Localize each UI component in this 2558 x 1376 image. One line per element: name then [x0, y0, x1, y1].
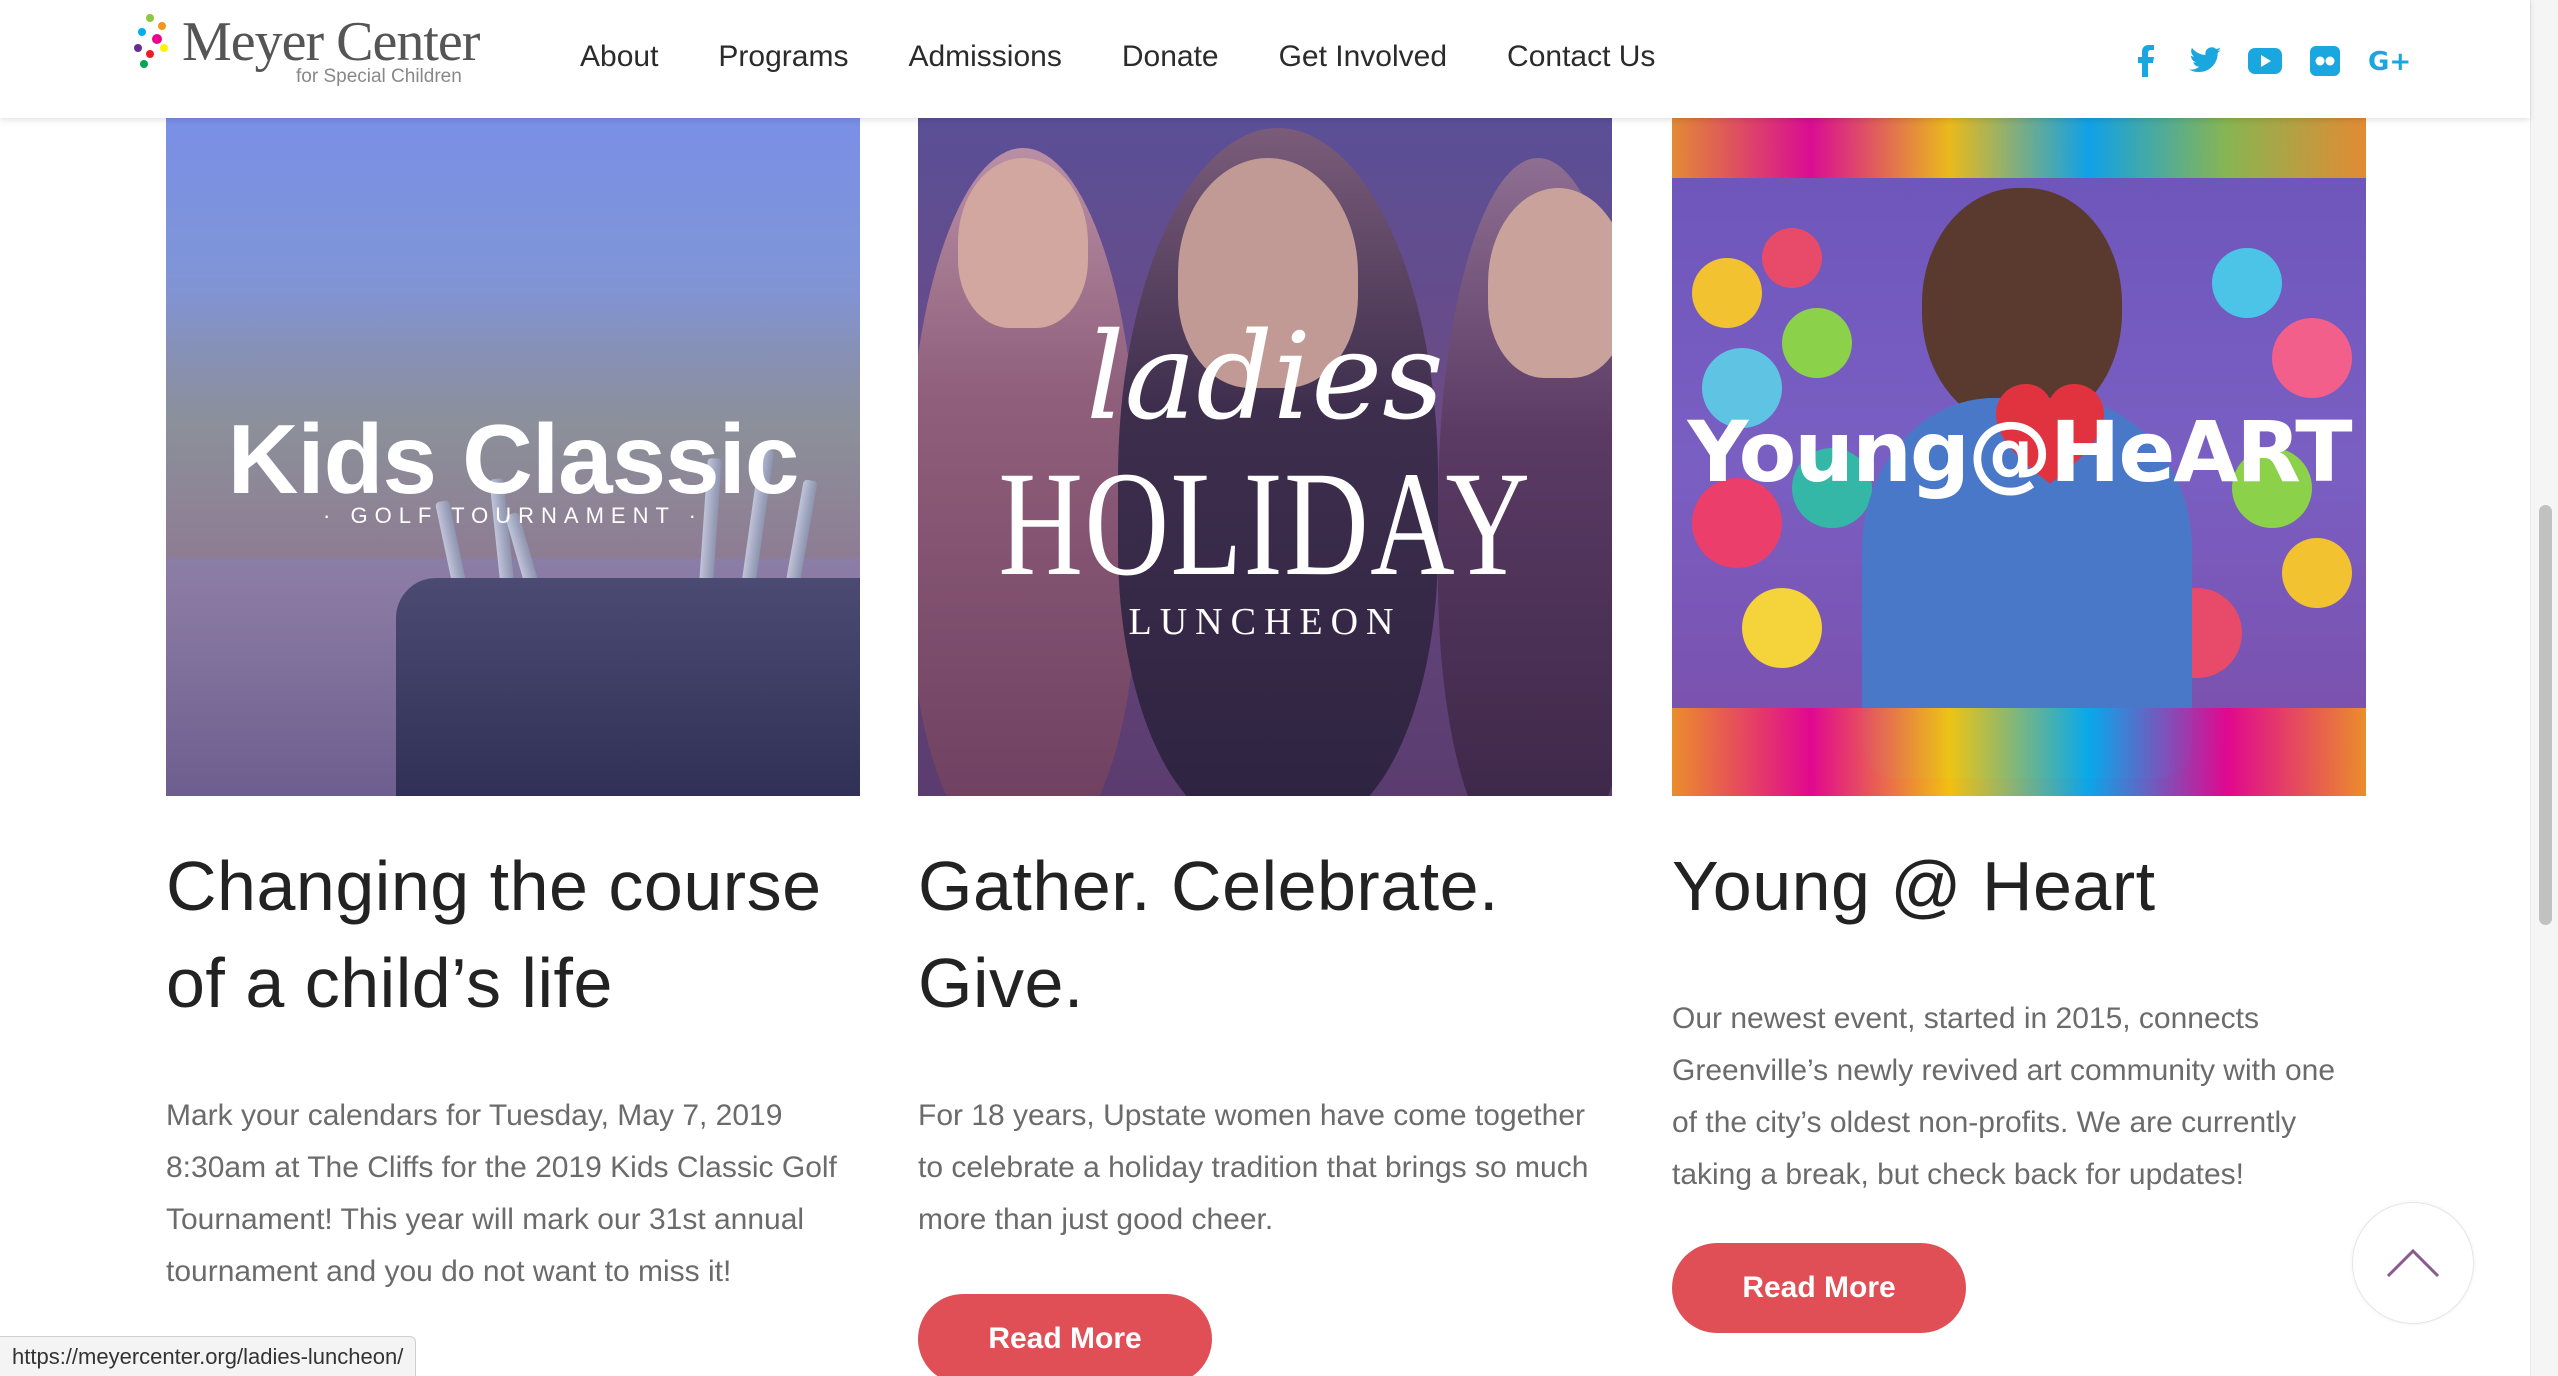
- nav-programs[interactable]: Programs: [718, 40, 848, 74]
- card-description: For 18 years, Upstate women have come to…: [918, 1099, 1589, 1236]
- read-more-button[interactable]: Read More: [1672, 1243, 1966, 1333]
- logo-title: Meyer Center: [182, 11, 480, 73]
- luncheon-logo-text: LUNCHEON: [1128, 601, 1402, 643]
- read-more-button[interactable]: Read More: [918, 1294, 1212, 1376]
- back-to-top-button[interactable]: [2352, 1202, 2474, 1324]
- kids-classic-logo-subtext: · GOLF TOURNAMENT ·: [323, 503, 703, 528]
- card-title: Gather. Celebrate. Give.: [918, 847, 1499, 1022]
- card-description: Our newest event, started in 2015, conne…: [1672, 1002, 2336, 1191]
- social-links: G+: [2128, 44, 2440, 78]
- nav-contact-us[interactable]: Contact Us: [1507, 40, 1655, 74]
- site-header: Meyer Center for Special Children About …: [0, 0, 2530, 118]
- svg-text:G+: G+: [2368, 47, 2411, 76]
- chevron-up-icon: [2386, 1248, 2440, 1278]
- card-title: Young @ Heart: [1672, 847, 2156, 925]
- holiday-logo-text: HOLIDAY: [998, 441, 1532, 607]
- event-card-young-at-heart: Young@HeART Young @ Heart Our newest eve…: [1672, 118, 2366, 1333]
- nav-about[interactable]: About: [580, 40, 658, 74]
- kids-classic-image[interactable]: Kids Classic · GOLF TOURNAMENT ·: [166, 118, 860, 796]
- logo-dots-icon: [132, 10, 178, 76]
- youtube-icon[interactable]: [2248, 44, 2282, 78]
- ladies-luncheon-image[interactable]: ladies HOLIDAY LUNCHEON: [918, 118, 1612, 796]
- ladies-script-text: ladies: [1086, 308, 1444, 447]
- card-title: Changing the course of a child’s life: [166, 847, 822, 1022]
- google-plus-icon[interactable]: G+: [2368, 44, 2414, 78]
- status-bar-url: https://meyercenter.org/ladies-luncheon/: [0, 1336, 417, 1376]
- nav-get-involved[interactable]: Get Involved: [1279, 40, 1447, 74]
- scrollbar-thumb[interactable]: [2539, 505, 2552, 925]
- site-logo[interactable]: Meyer Center for Special Children: [132, 10, 512, 90]
- nav-donate[interactable]: Donate: [1122, 40, 1219, 74]
- flickr-icon[interactable]: [2308, 44, 2342, 78]
- card-description: Mark your calendars for Tuesday, May 7, …: [166, 1099, 837, 1288]
- main-nav: About Programs Admissions Donate Get Inv…: [580, 40, 1715, 74]
- kids-classic-logo-text: Kids Classic: [227, 404, 800, 514]
- logo-subtitle: for Special Children: [296, 66, 462, 87]
- event-card-kids-classic: Kids Classic · GOLF TOURNAMENT · Changin…: [166, 118, 860, 1298]
- facebook-icon[interactable]: [2128, 44, 2162, 78]
- event-card-ladies-luncheon: ladies HOLIDAY LUNCHEON Gather. Celebrat…: [918, 118, 1612, 1376]
- young-at-heart-logo-text: Young@HeART: [1687, 403, 2352, 501]
- twitter-icon[interactable]: [2188, 44, 2222, 78]
- nav-admissions[interactable]: Admissions: [908, 40, 1061, 74]
- young-at-heart-image[interactable]: Young@HeART: [1672, 118, 2366, 796]
- page-scrollbar[interactable]: [2530, 0, 2558, 1376]
